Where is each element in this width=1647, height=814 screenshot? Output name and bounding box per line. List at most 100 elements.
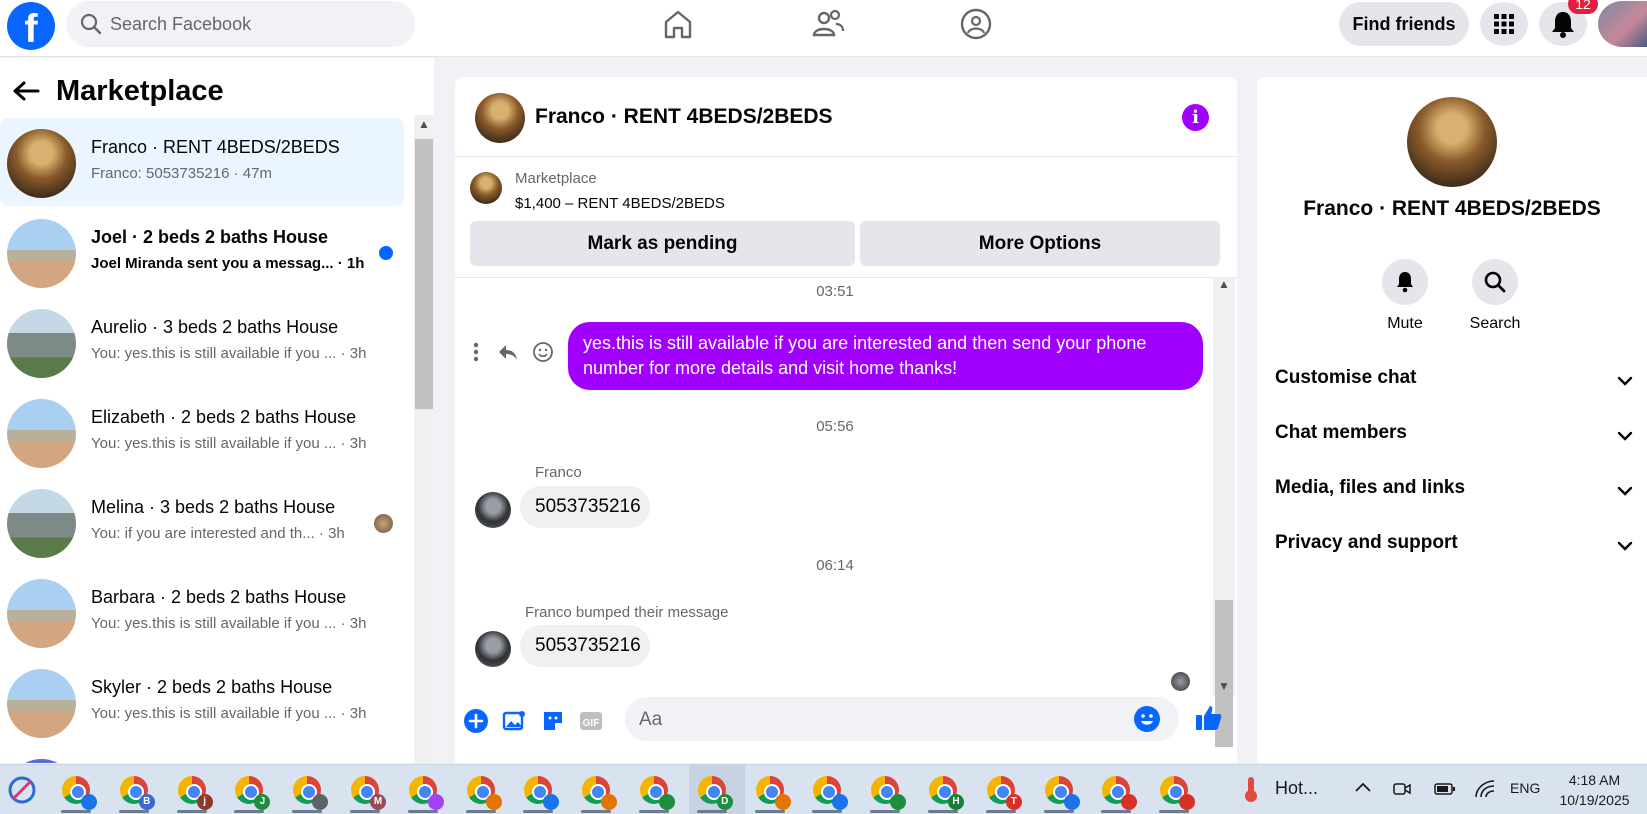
chevron-down-icon xyxy=(1617,376,1633,386)
conversation-list-scrollbar[interactable]: ▲ xyxy=(414,115,434,763)
home-icon[interactable] xyxy=(660,6,696,42)
outgoing-message[interactable]: yes.this is still available if you are i… xyxy=(568,322,1203,390)
seen-avatar xyxy=(374,514,393,533)
conversation-name: Franco · RENT 4BEDS/2BEDS xyxy=(91,137,340,157)
scroll-down-icon[interactable]: ▼ xyxy=(1218,679,1230,693)
mute-button[interactable]: Mute xyxy=(1375,259,1435,333)
search-input[interactable]: Search Facebook xyxy=(66,1,415,47)
unread-indicator xyxy=(379,246,393,260)
chrome-profile-icon[interactable]: J xyxy=(230,771,271,813)
avatar xyxy=(7,309,76,378)
chrome-profile-icon[interactable]: D xyxy=(693,771,733,813)
chrome-profile-icon[interactable] xyxy=(404,771,444,813)
snipping-tool-icon[interactable] xyxy=(3,771,41,809)
media-files-links-section[interactable]: Media, files and links xyxy=(1275,477,1633,517)
sender-avatar[interactable] xyxy=(475,631,511,667)
profile-avatar[interactable] xyxy=(1598,1,1647,47)
chrome-profile-icon[interactable] xyxy=(577,771,618,813)
emoji-icon[interactable] xyxy=(1134,706,1160,732)
clock-time: 4:18 AM xyxy=(1568,772,1621,788)
chrome-profile-icon[interactable]: M xyxy=(346,771,386,813)
running-indicator xyxy=(985,810,1016,813)
incoming-message[interactable]: 5053735216 xyxy=(520,486,650,528)
system-clock[interactable]: 4:18 AM 10/19/2025 xyxy=(1552,770,1637,810)
menu-button[interactable] xyxy=(1480,2,1528,46)
chrome-profile-icon[interactable]: B xyxy=(115,771,155,813)
profile-badge xyxy=(312,794,329,810)
avatar[interactable] xyxy=(475,93,525,143)
running-indicator xyxy=(292,810,323,813)
running-indicator xyxy=(61,810,91,813)
conversation-item[interactable]: Skyler · 2 beds 2 baths House You: yes.t… xyxy=(0,658,404,746)
chat-scrollbar[interactable]: ▲ ▼ xyxy=(1213,277,1235,747)
conversation-item[interactable]: Joel · 2 beds 2 baths House Joel Miranda… xyxy=(0,208,404,296)
customise-chat-section[interactable]: Customise chat xyxy=(1275,367,1633,407)
running-indicator xyxy=(812,810,843,813)
sender-avatar[interactable] xyxy=(475,492,511,528)
chrome-profile-icon[interactable] xyxy=(1040,771,1080,813)
chrome-profile-icon[interactable] xyxy=(751,771,791,813)
chat-members-section[interactable]: Chat members xyxy=(1275,422,1633,462)
gif-icon[interactable]: GIF xyxy=(577,707,605,735)
search-placeholder: Search Facebook xyxy=(110,14,252,34)
scroll-up-icon[interactable]: ▲ xyxy=(1218,277,1230,291)
chrome-profile-icon[interactable] xyxy=(635,771,675,813)
weather-text[interactable]: Hot... xyxy=(1275,778,1318,799)
sticker-icon[interactable] xyxy=(539,707,567,735)
message-input[interactable]: Aa xyxy=(625,697,1179,741)
facebook-logo-icon[interactable]: f xyxy=(7,2,55,50)
chat-title[interactable]: Franco · RENT 4BEDS/2BEDS xyxy=(535,105,833,129)
conversation-item[interactable]: Aurelio · 3 beds 2 baths House You: yes.… xyxy=(0,298,404,386)
running-indicator xyxy=(465,810,496,813)
more-options-button[interactable]: More Options xyxy=(860,221,1220,266)
scroll-up-icon[interactable]: ▲ xyxy=(418,117,430,131)
avatar xyxy=(7,129,76,198)
chrome-profile-icon[interactable] xyxy=(57,771,97,813)
conversation-item[interactable]: Melina · 3 beds 2 baths House You: if yo… xyxy=(0,478,404,566)
search-in-chat-button[interactable]: Search xyxy=(1465,259,1525,333)
reply-icon[interactable] xyxy=(497,342,519,362)
battery-icon[interactable] xyxy=(1434,781,1456,797)
chrome-profile-icon[interactable] xyxy=(519,771,560,813)
groups-icon[interactable] xyxy=(958,6,994,42)
profile-badge: J xyxy=(254,794,271,810)
menu-grid-icon xyxy=(1494,14,1514,34)
chrome-profile-icon[interactable]: T xyxy=(982,771,1022,813)
chrome-profile-icon[interactable] xyxy=(1097,771,1138,813)
photo-icon[interactable] xyxy=(500,707,528,735)
chrome-profile-icon[interactable] xyxy=(808,771,849,813)
language-indicator[interactable]: ENG xyxy=(1510,780,1540,796)
bell-icon xyxy=(1397,272,1413,293)
conversation-item[interactable]: Elizabeth · 2 beds 2 baths House You: ye… xyxy=(0,388,404,476)
section-label: Media, files and links xyxy=(1275,477,1466,498)
avatar[interactable] xyxy=(1407,97,1497,187)
like-thumbs-up-icon[interactable] xyxy=(1193,702,1225,734)
conversation-item[interactable]: Franco · RENT 4BEDS/2BEDS Franco: 505373… xyxy=(0,118,404,206)
scrollbar-thumb[interactable] xyxy=(415,139,433,409)
conversation-item-partial[interactable] xyxy=(0,748,404,763)
more-vertical-icon[interactable] xyxy=(472,341,480,363)
info-icon[interactable]: i xyxy=(1182,104,1209,131)
chrome-profile-icon[interactable] xyxy=(462,771,502,813)
listing-thumbnail[interactable] xyxy=(470,172,502,204)
listing-price[interactable]: $1,400 – RENT 4BEDS/2BEDS xyxy=(515,195,725,212)
friends-icon[interactable] xyxy=(810,6,846,42)
back-arrow-icon[interactable] xyxy=(12,78,40,110)
incoming-message[interactable]: 5053735216 xyxy=(520,625,650,667)
wifi-icon[interactable] xyxy=(1474,779,1496,799)
chrome-profile-icon[interactable] xyxy=(866,771,907,813)
chrome-profile-icon[interactable] xyxy=(288,771,329,813)
chevron-up-icon[interactable] xyxy=(1354,781,1372,795)
conversation-item[interactable]: Barbara · 2 beds 2 baths House You: yes.… xyxy=(0,568,404,656)
react-emoji-icon[interactable] xyxy=(532,341,554,363)
chrome-profile-icon[interactable] xyxy=(1155,771,1196,813)
chevron-down-icon xyxy=(1617,541,1633,551)
camera-icon[interactable] xyxy=(1393,780,1411,798)
mark-as-pending-button[interactable]: Mark as pending xyxy=(470,221,855,266)
chrome-profile-icon[interactable]: H xyxy=(924,771,964,813)
chrome-profile-icon[interactable]: j xyxy=(173,771,213,813)
find-friends-button[interactable]: Find friends xyxy=(1339,2,1469,46)
add-icon[interactable] xyxy=(462,707,490,735)
privacy-support-section[interactable]: Privacy and support xyxy=(1275,532,1633,572)
clock-date: 10/19/2025 xyxy=(1559,792,1630,808)
